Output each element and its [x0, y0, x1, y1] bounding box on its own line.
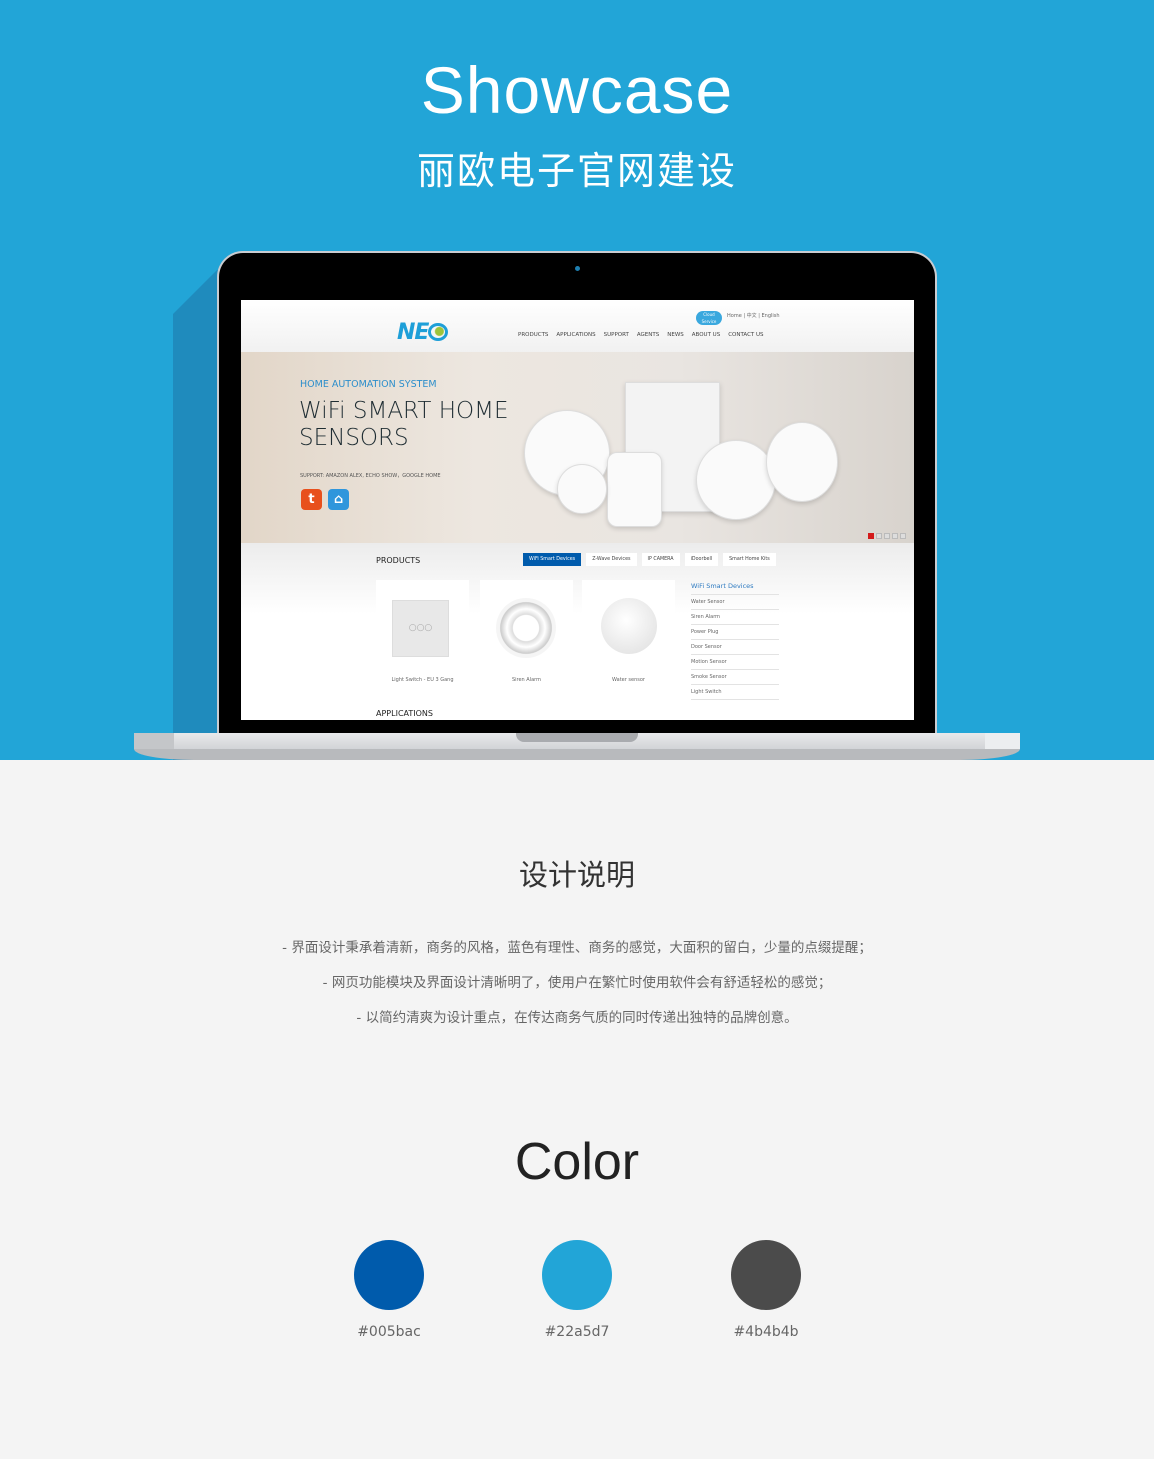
nav-applications[interactable]: APPLICATIONS [556, 332, 595, 338]
hero-banner[interactable]: HOME AUTOMATION SYSTEM WiFi SMART HOME S… [241, 352, 914, 543]
sidebar-title[interactable]: WiFi Smart Devices [691, 582, 779, 595]
swatch-label: #4b4b4b [733, 1324, 799, 1340]
tab-ip-camera[interactable]: IP CAMERA [641, 553, 680, 566]
product-caption[interactable]: Siren Alarm [480, 677, 573, 683]
nav-support[interactable]: SUPPORT [604, 332, 629, 338]
sidebar-item[interactable]: Power Plug [691, 625, 779, 640]
products-title: PRODUCTS [376, 556, 421, 565]
camera-icon [575, 266, 580, 271]
product-caption[interactable]: Light Switch - EU 3 Gang [376, 677, 469, 683]
slider-dots [868, 533, 906, 539]
laptop-screen: NE Cloud Service Home | 中文 | English PRO… [241, 300, 914, 720]
hero-title: WiFi SMART HOME SENSORS [299, 398, 509, 451]
tuya-icon[interactable]: t [301, 489, 322, 510]
hero-kicker: HOME AUTOMATION SYSTEM [300, 379, 437, 390]
color-title: Color [514, 1133, 640, 1191]
slide-dot[interactable] [892, 533, 898, 539]
plug-image [607, 452, 662, 527]
laptop-base-left [134, 733, 174, 749]
switch-thumb: ○○○ [392, 600, 449, 657]
laptop-notch [516, 733, 638, 742]
smart-life-icon[interactable]: ⌂ [328, 489, 349, 510]
sidebar-item[interactable]: Door Sensor [691, 640, 779, 655]
swatch-gray [731, 1240, 801, 1310]
tab-wifi[interactable]: WiFi Smart Devices [523, 553, 582, 566]
slide-dot[interactable] [900, 533, 906, 539]
tab-idoorbell[interactable]: iDoorbell [684, 553, 719, 566]
slide-dot[interactable] [876, 533, 882, 539]
product-card[interactable] [480, 580, 573, 690]
laptop-base-right [985, 733, 1020, 749]
sidebar-item[interactable]: Motion Sensor [691, 655, 779, 670]
motion-sensor-image [557, 464, 607, 514]
water-sensor-thumb [601, 598, 657, 654]
tab-kits[interactable]: Smart Home Kits [723, 553, 776, 566]
design-line: - 网页功能模块及界面设计清晰明了，使用户在繁忙时使用软件会有舒适轻松的感觉； [322, 975, 832, 991]
hero-support: SUPPORT: AMAZON ALEX, ECHO SHOW，GOOGLE H… [300, 473, 441, 479]
laptop-base-bottom [134, 749, 1020, 760]
smoke-sensor-image [696, 440, 776, 520]
sidebar-item[interactable]: Smoke Sensor [691, 670, 779, 685]
sidebar-item[interactable]: Water Sensor [691, 595, 779, 610]
cloud-service-badge[interactable]: Cloud Service [696, 311, 722, 325]
swatch-light-blue [542, 1240, 612, 1310]
design-line: - 以简约清爽为设计重点，在传达商务气质的同时传递出独特的品牌创意。 [356, 1010, 798, 1026]
product-caption[interactable]: Water sensor [582, 677, 675, 683]
applications-title: APPLICATIONS [376, 709, 433, 718]
sidebar-item[interactable]: Siren Alarm [691, 610, 779, 625]
nav-news[interactable]: NEWS [667, 332, 684, 338]
showcase-title: Showcase [420, 53, 734, 127]
siren-thumb [496, 598, 556, 658]
showcase-subtitle: 丽欧电子官网建设 [416, 149, 737, 193]
product-sidebar: WiFi Smart Devices Water Sensor Siren Al… [691, 582, 779, 700]
slide-dot[interactable] [868, 533, 874, 539]
product-tabs: WiFi Smart Devices Z-Wave Devices IP CAM… [523, 553, 776, 566]
tab-zwave[interactable]: Z-Wave Devices [586, 553, 637, 566]
products-section: PRODUCTS WiFi Smart Devices Z-Wave Devic… [241, 543, 914, 720]
swatch-dark-blue [354, 1240, 424, 1310]
product-card[interactable] [582, 580, 675, 690]
sidebar-item[interactable]: Light Switch [691, 685, 779, 700]
showcase-banner: Showcase 丽欧电子官网建设 NE Cloud Service Home … [0, 0, 1154, 760]
nav-about[interactable]: ABOUT US [692, 332, 720, 338]
nav-contact[interactable]: CONTACT US [728, 332, 763, 338]
swatch-label: #22a5d7 [544, 1324, 610, 1340]
site-nav: PRODUCTS APPLICATIONS SUPPORT AGENTS NEW… [518, 332, 764, 338]
site-header: NE Cloud Service Home | 中文 | English PRO… [241, 300, 914, 352]
product-card[interactable]: ○○○ [376, 580, 469, 690]
slide-dot[interactable] [884, 533, 890, 539]
nav-products[interactable]: PRODUCTS [518, 332, 548, 338]
site-logo[interactable]: NE [397, 320, 449, 345]
design-line: - 界面设计秉承着清新，商务的风格，蓝色有理性、商务的感觉，大面积的留白，少量的… [282, 940, 872, 956]
design-title: 设计说明 [518, 858, 635, 892]
swatch-label: #005bac [357, 1324, 421, 1340]
water-sensor-image [766, 422, 838, 502]
nav-agents[interactable]: AGENTS [637, 332, 659, 338]
top-links[interactable]: Home | 中文 | English [727, 312, 780, 319]
